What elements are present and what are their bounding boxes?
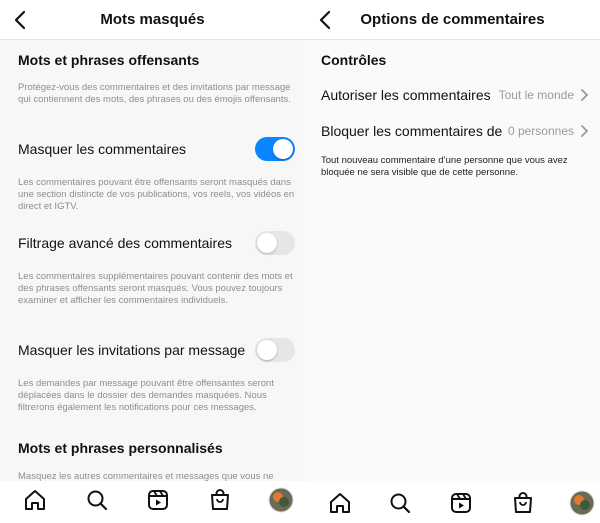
hide-comments-desc: Les commentaires pouvant être offensants… [18,177,295,212]
page-title: Mots masqués [100,11,205,28]
advanced-filter-label: Filtrage avancé des commentaires [18,235,232,251]
search-icon[interactable] [84,487,110,513]
allow-comments-row[interactable]: Autoriser les commentaires Tout le monde [321,85,590,105]
hide-comments-label: Masquer les commentaires [18,141,187,157]
home-icon[interactable] [327,490,353,516]
advanced-filter-desc: Les commentaires supplémentaires pouvant… [18,271,293,306]
shop-icon[interactable] [510,490,536,516]
reels-icon[interactable] [448,490,474,516]
hide-comments-toggle[interactable] [255,137,295,161]
allow-comments-label: Autoriser les commentaires [321,87,491,103]
bottom-nav [0,481,305,523]
hide-message-requests-desc: Les demandes par message pouvant être of… [18,378,274,413]
toggle-knob [273,139,293,159]
section-desc-offensive: Protégez-vous des commentaires et des in… [18,82,291,105]
hide-message-requests-toggle[interactable] [255,338,295,362]
comment-options-screen: Options de commentaires Contrôles Autori… [305,0,600,523]
block-comments-label: Bloquer les commentaires de [321,123,503,139]
page-title: Options de commentaires [360,11,545,28]
header: Options de commentaires [305,0,600,40]
section-title-offensive: Mots et phrases offensants [18,52,200,68]
header: Mots masqués [0,0,305,40]
muted-words-screen: Mots masqués Mots et phrases offensants … [0,0,305,523]
toggle-knob [257,340,277,360]
block-comments-value: 0 personnes [507,124,574,138]
allow-comments-value: Tout le monde [498,88,574,102]
toggle-knob [257,233,277,253]
blocked-comments-note: Tout nouveau commentaire d’une personne … [321,155,568,178]
section-title-custom: Mots et phrases personnalisés [18,440,223,456]
advanced-filter-toggle[interactable] [255,231,295,255]
search-icon[interactable] [387,490,413,516]
section-title-controls: Contrôles [321,52,387,68]
bottom-nav [305,481,600,523]
chevron-right-icon [581,125,589,137]
back-arrow-icon[interactable] [10,8,32,32]
shop-icon[interactable] [207,487,233,513]
profile-avatar[interactable] [268,487,294,513]
reels-icon[interactable] [145,487,171,513]
block-comments-row[interactable]: Bloquer les commentaires de 0 personnes [321,121,590,141]
home-icon[interactable] [22,487,48,513]
back-arrow-icon[interactable] [315,8,337,32]
profile-avatar[interactable] [569,490,595,516]
chevron-right-icon [581,89,589,101]
hide-message-requests-label: Masquer les invitations par message [18,342,246,358]
